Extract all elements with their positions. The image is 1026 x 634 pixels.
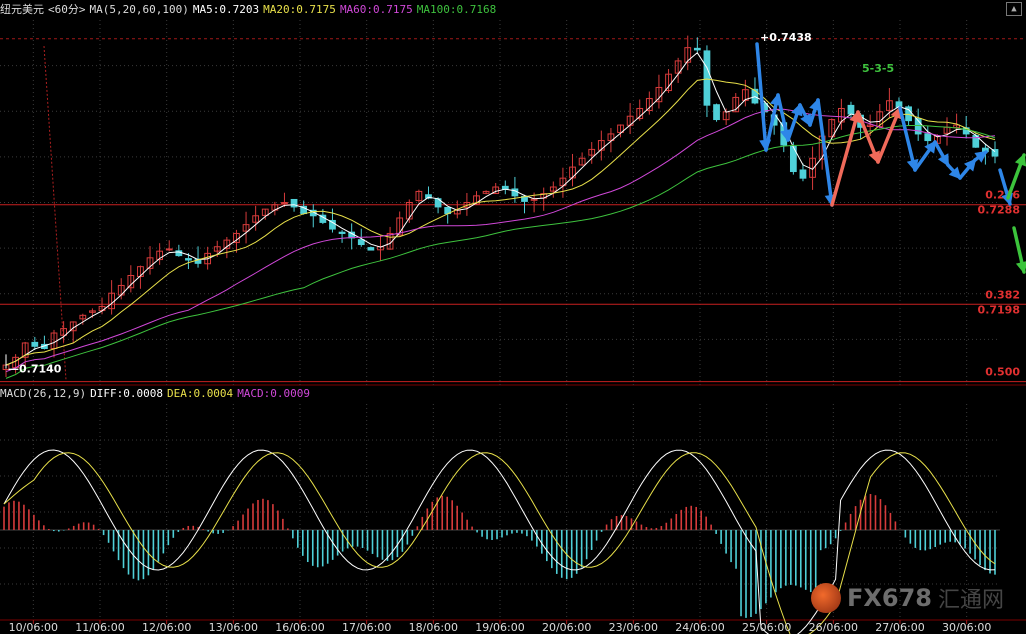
- watermark-logo-icon: [810, 583, 841, 613]
- x-tick-label: 12/06:00: [142, 621, 191, 634]
- watermark: FX678 汇通网: [810, 581, 1004, 615]
- wave-arrow: [755, 42, 768, 152]
- wave-arrow: [830, 110, 860, 207]
- x-tick-label: 13/06:00: [209, 621, 258, 634]
- fib-price-0.236: 0.7288: [978, 204, 1020, 217]
- x-tick-label: 10/06:00: [9, 621, 58, 634]
- macd-params: MACD(26,12,9): [0, 387, 87, 400]
- watermark-brand: FX678: [846, 584, 932, 612]
- price-header: 纽元美元 <60分> MA(5,20,60,100) MA5:0.7203 MA20:0…: [0, 1, 500, 19]
- scroll-up-icon[interactable]: ▲: [1006, 2, 1022, 16]
- x-tick-label: 24/06:00: [675, 621, 724, 634]
- candle-body: [924, 133, 932, 142]
- ma60-value: MA60:0.7175: [339, 3, 413, 16]
- x-tick-label: 18/06:00: [409, 621, 458, 634]
- macd-dea-value: DEA:0.0004: [166, 387, 234, 400]
- x-tick-label: 27/06:00: [875, 621, 924, 634]
- candle-body: [799, 169, 807, 179]
- watermark-cn: 汇通网: [937, 588, 1004, 613]
- candle-body: [713, 104, 720, 121]
- fib-ratio-0.500: 0.500: [985, 366, 1020, 379]
- symbol-label[interactable]: 纽元美元: [0, 3, 44, 16]
- low-label: —0.7140: [8, 362, 62, 375]
- x-tick-label: 30/06:00: [942, 621, 991, 634]
- fib-anchor-line: [43, 45, 67, 381]
- macd-macd-value: MACD:0.0009: [237, 387, 311, 400]
- candle-body: [367, 247, 375, 251]
- ma5-value: MA5:0.7203: [192, 3, 260, 16]
- fib-price-0.382: 0.7198: [978, 303, 1020, 316]
- candle-body: [281, 202, 288, 204]
- macd-diff-value: DIFF:0.0008: [90, 387, 163, 400]
- wave-arrow-head: [1015, 261, 1026, 274]
- x-tick-label: 25/06:00: [742, 621, 791, 634]
- x-tick-label: 17/06:00: [342, 621, 391, 634]
- ma100-value: MA100:0.7168: [416, 3, 497, 16]
- price-chart: 0.236 0.7288 0.382 0.7198 0.500 +0.7438 —0.714…: [0, 20, 1026, 634]
- x-tick-label: 26/06:00: [809, 621, 858, 634]
- macd-header: MACD(26,12,9) DIFF:0.0008 DEA:0.0004 MACD:0…: [0, 387, 314, 403]
- candle-body: [185, 258, 192, 261]
- candle-body: [165, 248, 173, 251]
- ma20-value: MA20:0.7175: [263, 3, 336, 16]
- candle-body: [31, 341, 39, 347]
- candle-body: [847, 104, 855, 115]
- candle-body: [751, 88, 759, 104]
- x-tick-label: 11/06:00: [75, 621, 124, 634]
- period-label[interactable]: <60分>: [48, 3, 86, 16]
- wave-label: 5-3-5: [862, 62, 894, 75]
- fib-ratio-0.236: 0.236: [985, 189, 1020, 202]
- x-tick-label: 20/06:00: [542, 621, 591, 634]
- candle-body: [703, 50, 711, 106]
- candle-body: [338, 231, 346, 234]
- x-tick-label: 16/06:00: [275, 621, 324, 634]
- candle-body: [693, 47, 701, 51]
- ma-params: MA(5,20,60,100): [89, 3, 189, 16]
- fib-ratio-0.382: 0.382: [985, 288, 1020, 301]
- x-tick-label: 23/06:00: [609, 621, 658, 634]
- candle-body: [357, 239, 365, 246]
- x-tick-label: 19/06:00: [475, 621, 524, 634]
- high-label: +0.7438: [760, 31, 812, 44]
